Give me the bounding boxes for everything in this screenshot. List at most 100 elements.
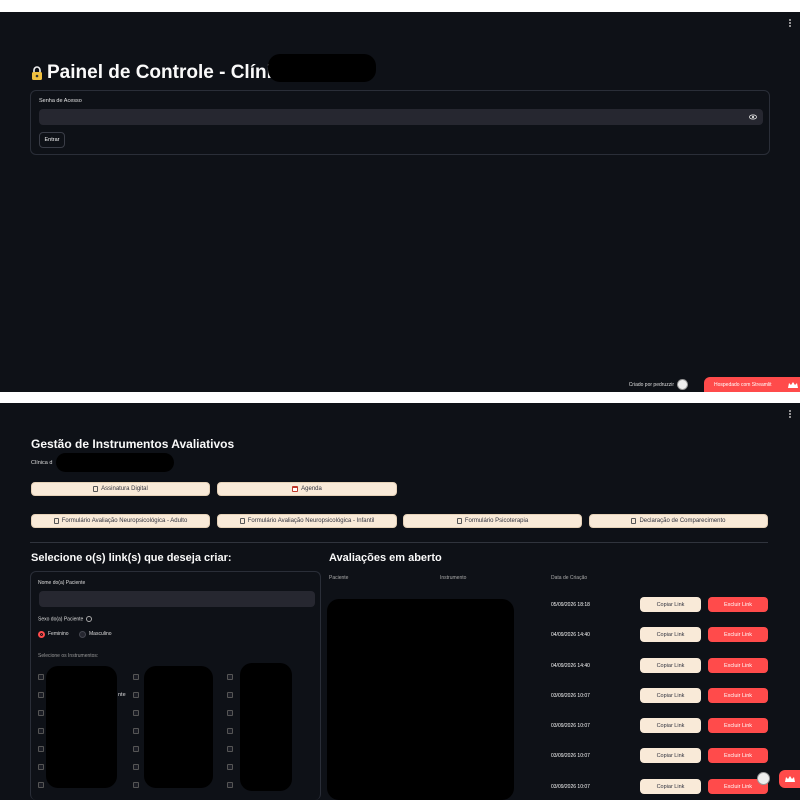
col-header-instrument: Instrumento — [440, 575, 467, 581]
open-evaluations-title: Avaliações em aberto — [329, 552, 442, 564]
crown-icon — [787, 381, 798, 388]
delete-link-button[interactable]: Excluir Link — [708, 627, 768, 642]
instruments-label: Selecione os Instrumentos: — [38, 653, 99, 659]
patient-name-input[interactable] — [39, 591, 315, 607]
redacted-instruments-1 — [46, 666, 117, 788]
instrument-checkbox[interactable] — [38, 710, 44, 716]
form-child-button[interactable]: Formulário Avaliação Neuropsicológica - … — [217, 514, 397, 528]
instrument-checkbox[interactable] — [38, 728, 44, 734]
agenda-label: Agenda — [301, 486, 322, 492]
form-adult-button[interactable]: Formulário Avaliação Neuropsicológica - … — [31, 514, 210, 528]
patient-name-label: Nome do(a) Paciente — [38, 580, 86, 586]
delete-link-button[interactable]: Excluir Link — [708, 688, 768, 703]
dashboard-title: Gestão de Instrumentos Avaliativos — [31, 437, 235, 451]
instrument-checkbox[interactable] — [227, 746, 233, 752]
crown-icon — [784, 776, 795, 782]
password-input[interactable] — [39, 109, 763, 125]
row-date: 04/09/2026 14:40 — [551, 663, 590, 669]
copy-link-button[interactable]: Copiar Link — [640, 748, 701, 763]
instrument-checkbox[interactable] — [227, 692, 233, 698]
hosted-badge[interactable]: Hospedado com Streamlit — [704, 377, 800, 392]
menu-dots-icon[interactable] — [788, 409, 792, 419]
divider — [30, 542, 768, 543]
radio-masculino-label: Masculino — [89, 631, 112, 637]
instrument-checkbox[interactable] — [133, 674, 139, 680]
copy-link-button[interactable]: Copiar Link — [640, 779, 701, 794]
copy-link-button[interactable]: Copiar Link — [640, 627, 701, 642]
instrument-checkbox[interactable] — [38, 692, 44, 698]
redacted-instruments-3 — [240, 663, 292, 791]
copy-link-button[interactable]: Copiar Link — [640, 688, 701, 703]
login-form: Senha de Acesso Entrar — [30, 90, 770, 155]
row-date: 03/09/2026 10:07 — [551, 753, 590, 759]
enter-button[interactable]: Entrar — [39, 132, 65, 148]
signature-button[interactable]: Assinatura Digital — [31, 482, 210, 496]
instrument-checkbox[interactable] — [133, 782, 139, 788]
sex-label: Sexo do(a) Paciente — [38, 616, 93, 623]
creator-avatar[interactable] — [677, 379, 688, 390]
info-icon[interactable] — [86, 616, 93, 622]
row-date: 03/09/2026 10:07 — [551, 784, 590, 790]
form-psychotherapy-button[interactable]: Formulário Psicoterapia — [403, 514, 582, 528]
redacted-instruments-2 — [144, 666, 213, 788]
redacted-patients — [327, 599, 514, 800]
instrument-checkbox[interactable] — [133, 692, 139, 698]
copy-link-button[interactable]: Copiar Link — [640, 658, 701, 673]
instrument-checkbox[interactable] — [133, 764, 139, 770]
login-screen: Painel de Controle - Clínica Senha de Ac… — [0, 12, 800, 392]
creator-avatar[interactable] — [757, 772, 770, 785]
sex-label-text: Sexo do(a) Paciente — [38, 616, 84, 623]
eye-icon[interactable] — [749, 113, 757, 121]
instrument-checkbox[interactable] — [227, 710, 233, 716]
radio-feminino[interactable] — [38, 631, 45, 638]
col-header-date: Data de Criação — [551, 575, 588, 581]
document-icon — [239, 518, 245, 524]
form-psychotherapy-label: Formulário Psicoterapia — [464, 518, 529, 524]
attendance-declaration-label: Declaração de Comparecimento — [639, 518, 726, 524]
redacted-clinic-name — [268, 54, 376, 82]
document-icon — [93, 486, 99, 492]
instrument-checkbox[interactable] — [38, 764, 44, 770]
credit-text: Criado por pedruzzir — [628, 381, 674, 388]
radio-masculino[interactable] — [79, 631, 86, 638]
instrument-checkbox[interactable] — [38, 674, 44, 680]
copy-link-button[interactable]: Copiar Link — [640, 597, 701, 612]
delete-link-button[interactable]: Excluir Link — [708, 718, 768, 733]
row-date: 03/09/2026 10:07 — [551, 693, 590, 699]
page-title: Painel de Controle - Clínica — [31, 62, 293, 84]
signature-label: Assinatura Digital — [101, 486, 148, 492]
row-date: 03/09/2026 10:07 — [551, 723, 590, 729]
instrument-checkbox[interactable] — [133, 710, 139, 716]
lock-icon — [32, 65, 42, 80]
instrument-checkbox[interactable] — [133, 728, 139, 734]
calendar-icon — [292, 486, 299, 492]
password-label: Senha de Acesso — [39, 98, 82, 104]
form-child-label: Formulário Avaliação Neuropsicológica - … — [247, 518, 375, 524]
instrument-checkbox[interactable] — [133, 746, 139, 752]
instrument-partial-label: nte — [118, 692, 126, 698]
instrument-checkbox[interactable] — [227, 728, 233, 734]
instrument-checkbox[interactable] — [227, 782, 233, 788]
attendance-declaration-button[interactable]: Declaração de Comparecimento — [589, 514, 768, 528]
menu-dots-icon[interactable] — [788, 18, 792, 28]
copy-link-button[interactable]: Copiar Link — [640, 718, 701, 733]
document-icon — [456, 518, 462, 524]
form-adult-label: Formulário Avaliação Neuropsicológica - … — [61, 518, 188, 524]
instrument-checkbox[interactable] — [38, 746, 44, 752]
streamlit-badge[interactable] — [779, 770, 800, 788]
hosted-text: Hospedado com Streamlit — [714, 381, 772, 388]
row-date: 04/09/2026 14:40 — [551, 632, 590, 638]
agenda-button[interactable]: Agenda — [217, 482, 397, 496]
delete-link-button[interactable]: Excluir Link — [708, 748, 768, 763]
instrument-checkbox[interactable] — [227, 674, 233, 680]
instrument-checkbox[interactable] — [38, 782, 44, 788]
instrument-checkbox[interactable] — [227, 764, 233, 770]
delete-link-button[interactable]: Excluir Link — [708, 597, 768, 612]
row-date: 05/09/2026 18:18 — [551, 602, 590, 608]
delete-link-button[interactable]: Excluir Link — [708, 658, 768, 673]
redacted-clinic — [56, 453, 174, 472]
col-header-patient: Paciente — [329, 575, 349, 581]
document-icon — [631, 518, 637, 524]
document-icon — [53, 518, 59, 524]
login-title-text: Painel de Controle - Clínica — [47, 62, 293, 83]
